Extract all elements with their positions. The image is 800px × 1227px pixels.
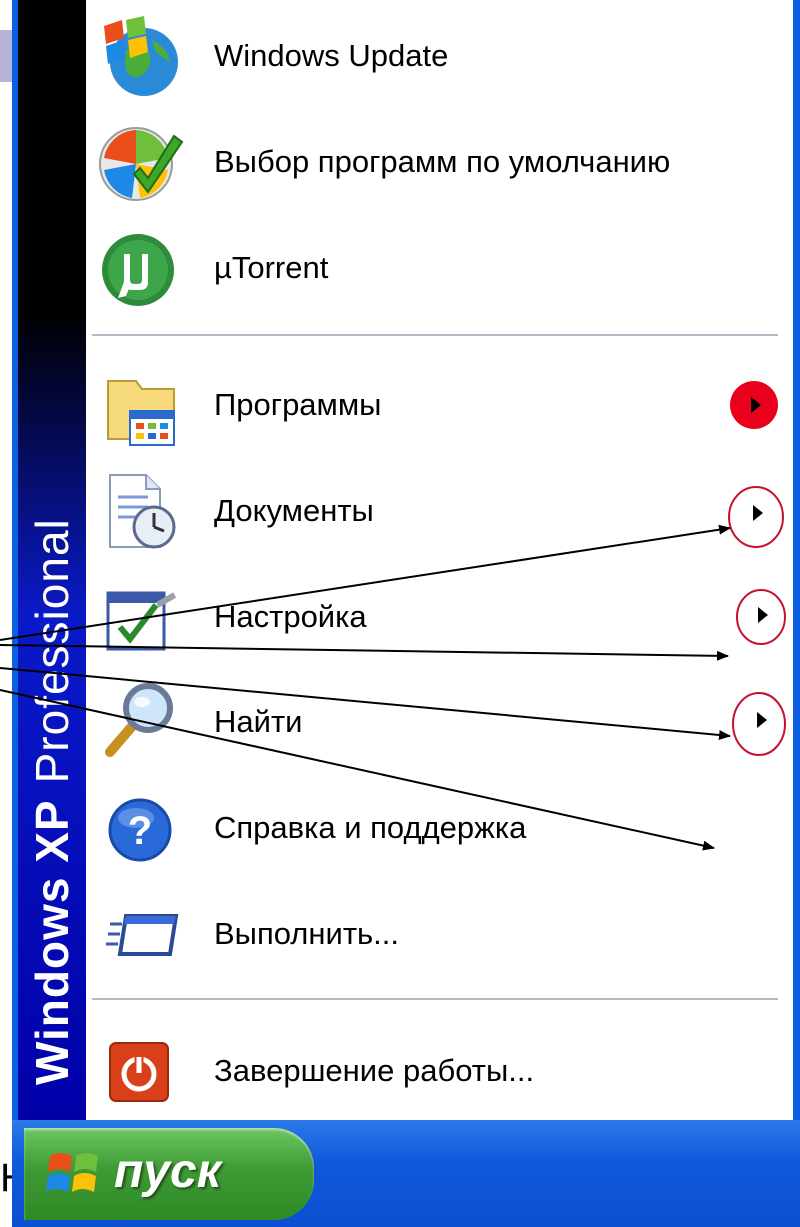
menu-item-utorrent[interactable]: µTorrent [88,218,788,318]
menu-item-label: Windows Update [214,38,449,73]
utorrent-icon [102,234,174,306]
banner-brand: Windows XP [26,799,78,1085]
menu-item-run[interactable]: Выполнить... [88,884,788,984]
documents-icon [109,474,176,549]
default-programs-icon [99,127,184,201]
help-icon: ? [108,798,172,862]
programs-folder-icon [107,380,175,446]
start-button-label: пуск [114,1145,222,1198]
submenu-arrow-icon [732,692,786,756]
run-icon [106,914,179,956]
menu-item-shutdown[interactable]: Завершение работы... [88,1021,788,1121]
menu-item-default-programs[interactable]: Выбор программ по умолчанию [88,112,788,212]
menu-item-help[interactable]: ? Справка и поддержка [88,778,788,878]
start-button[interactable]: пуск [24,1128,314,1220]
submenu-arrow-icon [730,381,778,429]
svg-text:?: ? [128,809,152,853]
power-icon [109,1042,169,1102]
menu-item-find[interactable]: Найти [88,672,788,772]
menu-item-label: Выполнить... [214,916,400,951]
menu-item-documents[interactable]: Документы [88,461,788,561]
menu-separator [92,998,778,1000]
menu-item-label: Настройка [214,599,367,634]
submenu-arrow-icon [736,589,786,645]
screen: Н Windows XPProfessional Windows Update … [0,0,800,1227]
windows-update-globe-icon [104,16,178,96]
menu-item-programs[interactable]: Программы [88,355,788,455]
banner-edition: Professional [26,518,78,784]
submenu-arrow-icon [728,486,784,548]
windows-flag-icon [46,1153,98,1192]
menu-separator [92,334,778,336]
side-banner-text: Windows XP Professional [26,465,78,1085]
menu-item-label: Программы [214,387,382,422]
menu-item-windows-update[interactable]: Windows Update [88,6,788,106]
menu-item-label: Документы [214,493,374,528]
menu-item-label: Выбор программ по умолчанию [214,144,671,179]
search-magnifier-icon [105,683,173,757]
menu-item-label: Справка и поддержка [214,810,527,845]
menu-item-label: Завершение работы... [214,1053,535,1088]
menu-item-label: Найти [214,704,303,739]
menu-item-label: µTorrent [214,250,329,285]
settings-icon [106,591,177,651]
menu-item-settings[interactable]: Настройка [88,567,788,667]
